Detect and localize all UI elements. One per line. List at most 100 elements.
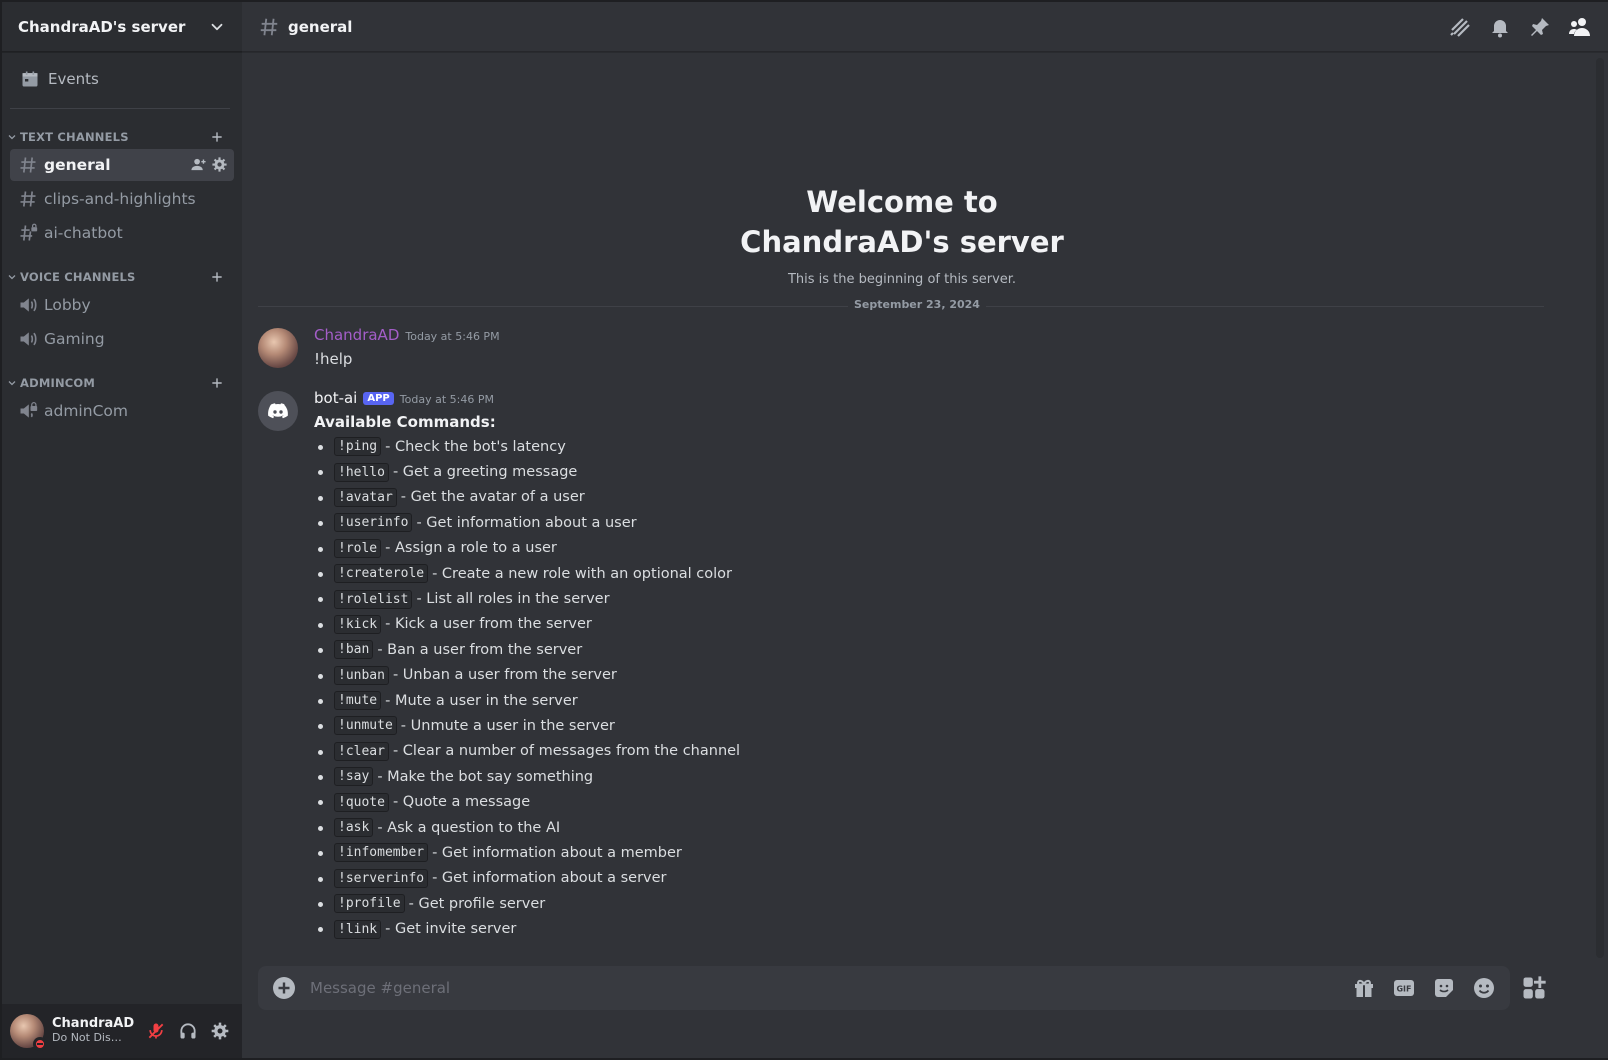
- gif-icon[interactable]: GIF: [1392, 976, 1416, 1000]
- command-description: - Unmute a user in the server: [400, 717, 615, 734]
- category-label: ADMINCOM: [20, 376, 96, 390]
- message-text: !help: [314, 350, 353, 368]
- headphones-icon: [180, 1023, 196, 1039]
- hash-lock-icon: [20, 223, 38, 241]
- avatar[interactable]: [258, 328, 298, 368]
- category-label: VOICE CHANNELS: [20, 270, 136, 284]
- channel-gaming[interactable]: Gaming: [10, 323, 234, 355]
- command-code: !profile: [334, 894, 405, 914]
- commands-list: !ping - Check the bot's latency !hello - Ge…: [314, 434, 1538, 942]
- server-header[interactable]: ChandraAD's server: [2, 2, 242, 52]
- chevron-down-icon: [211, 23, 223, 30]
- channel-lobby[interactable]: Lobby: [10, 289, 234, 321]
- command-code: !ban: [334, 640, 374, 660]
- command-code: !unban: [334, 665, 389, 685]
- category-voice-channels[interactable]: VOICE CHANNELS: [2, 267, 242, 287]
- command-description: - Get profile server: [408, 895, 546, 912]
- command-description: - Unban a user from the server: [392, 667, 617, 684]
- chat-area: general Welcome to ChandraAD's server Th…: [242, 2, 1608, 1058]
- divider: [10, 108, 230, 109]
- command-code: !avatar: [334, 487, 397, 507]
- command-description: - Quote a message: [392, 794, 531, 811]
- command-description: - Get information about a member: [432, 844, 682, 861]
- chevron-down-icon: [8, 275, 16, 280]
- mute-button[interactable]: [142, 1015, 170, 1047]
- gear-icon: [211, 1022, 229, 1040]
- add-channel-icon[interactable]: [210, 376, 224, 390]
- command-item: !link - Get invite server: [314, 916, 1538, 941]
- command-item: !userinfo - Get information about a user: [314, 510, 1538, 535]
- command-item: !say - Make the bot say something: [314, 764, 1538, 789]
- category-text-channels[interactable]: TEXT CHANNELS: [2, 127, 242, 147]
- command-item: !unmute - Unmute a user in the server: [314, 713, 1538, 738]
- deafen-button[interactable]: [174, 1015, 202, 1047]
- add-channel-icon[interactable]: [210, 270, 224, 284]
- command-description: - List all roles in the server: [416, 591, 610, 608]
- channel-general[interactable]: general: [10, 149, 234, 181]
- command-item: !hello - Get a greeting message: [314, 459, 1538, 484]
- add-channel-icon[interactable]: [210, 130, 224, 144]
- add-attachment-icon[interactable]: [272, 976, 296, 1000]
- command-item: !ban - Ban a user from the server: [314, 637, 1538, 662]
- message-composer: GIF: [258, 966, 1510, 1010]
- command-code: !rolelist: [334, 589, 413, 609]
- category-admincom[interactable]: ADMINCOM: [2, 373, 242, 393]
- hash-icon: [20, 191, 36, 207]
- channel-title: general: [288, 17, 353, 36]
- speaker-lock-icon: [20, 402, 38, 418]
- message[interactable]: bot-ai APP Today at 5:46 PM Available Co…: [258, 389, 1538, 942]
- emoji-icon[interactable]: [1472, 976, 1496, 1000]
- command-description: - Ask a question to the AI: [377, 819, 561, 836]
- command-description: - Make the bot say something: [377, 768, 594, 785]
- avatar[interactable]: [10, 1014, 47, 1051]
- command-code: !mute: [334, 691, 382, 711]
- command-description: - Get invite server: [385, 921, 517, 938]
- category-label: TEXT CHANNELS: [20, 130, 129, 144]
- user-settings-button[interactable]: [206, 1015, 234, 1047]
- command-code: !infomember: [334, 843, 429, 863]
- command-item: !unban - Unban a user from the server: [314, 663, 1538, 688]
- channel-admincom[interactable]: adminCom: [10, 395, 234, 427]
- bell-icon[interactable]: [1488, 15, 1512, 39]
- command-code: !serverinfo: [334, 868, 429, 888]
- message-author[interactable]: ChandraAD: [314, 326, 399, 344]
- member-list-icon[interactable]: [1568, 15, 1592, 39]
- scrollbar[interactable]: [1596, 58, 1604, 958]
- svg-text:GIF: GIF: [1396, 985, 1411, 994]
- command-code: !link: [334, 919, 382, 939]
- channel-label: Gaming: [44, 330, 105, 348]
- command-description: - Assign a role to a user: [385, 540, 557, 557]
- command-code: !unmute: [334, 716, 397, 736]
- message-author[interactable]: bot-ai: [314, 389, 357, 407]
- message-input[interactable]: [310, 979, 1352, 997]
- apps-icon[interactable]: [1520, 974, 1548, 1002]
- user-status: Do Not Disturb: [52, 1031, 126, 1044]
- command-description: - Kick a user from the server: [385, 616, 592, 633]
- gift-icon[interactable]: [1352, 976, 1376, 1000]
- channel-clips-and-highlights[interactable]: clips-and-highlights: [10, 183, 234, 215]
- command-description: - Get the avatar of a user: [400, 489, 585, 506]
- command-item: !kick - Kick a user from the server: [314, 612, 1538, 637]
- pin-icon[interactable]: [1528, 15, 1552, 39]
- message[interactable]: ChandraAD Today at 5:46 PM !help: [258, 326, 1538, 370]
- user-info[interactable]: ChandraAD Do Not Disturb: [52, 1017, 142, 1045]
- command-item: !ask - Ask a question to the AI: [314, 815, 1538, 840]
- channel-label: ai-chatbot: [44, 224, 123, 242]
- command-description: - Ban a user from the server: [377, 641, 583, 658]
- command-item: !serverinfo - Get information about a ser…: [314, 866, 1538, 891]
- events-item[interactable]: Events: [10, 62, 234, 96]
- command-code: !quote: [334, 792, 389, 812]
- channel-label: clips-and-highlights: [44, 190, 196, 208]
- command-item: !clear - Clear a number of messages from …: [314, 739, 1538, 764]
- invite-icon[interactable]: [190, 156, 207, 173]
- gear-icon[interactable]: [211, 156, 228, 173]
- user-panel: ChandraAD Do Not Disturb: [2, 1004, 242, 1058]
- command-item: !mute - Mute a user in the server: [314, 688, 1538, 713]
- command-item: !avatar - Get the avatar of a user: [314, 485, 1538, 510]
- threads-icon[interactable]: [1448, 15, 1472, 39]
- sticker-icon[interactable]: [1432, 976, 1456, 1000]
- chevron-down-icon: [8, 381, 16, 386]
- command-code: !role: [334, 538, 382, 558]
- channel-ai-chatbot[interactable]: ai-chatbot: [10, 217, 234, 249]
- bot-avatar[interactable]: [258, 391, 298, 431]
